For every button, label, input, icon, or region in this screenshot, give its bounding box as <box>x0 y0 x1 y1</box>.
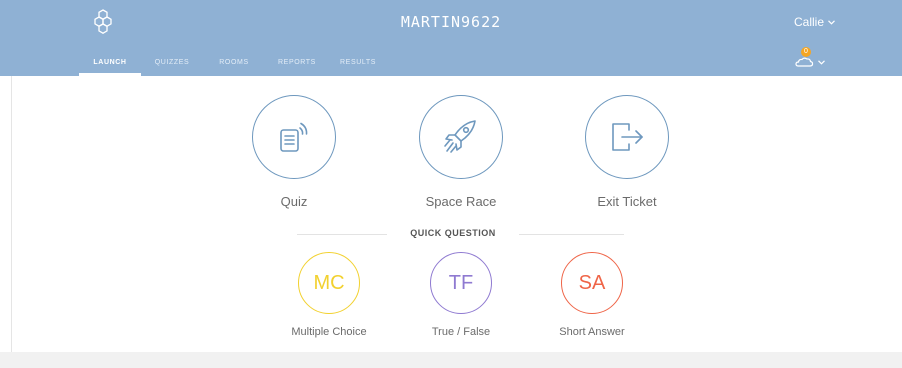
content-divider <box>11 76 12 352</box>
room-name: MARTIN9622 <box>400 13 502 31</box>
chevron-down-icon <box>828 19 835 25</box>
chevron-down-icon <box>818 60 825 65</box>
rocket-icon <box>444 120 476 153</box>
quiz-label: Quiz <box>280 194 308 209</box>
top-header: MARTIN9622 Callie LAUNCH QUIZZES ROOMS R… <box>0 0 902 76</box>
nav-tabs: LAUNCH QUIZZES ROOMS REPORTS RESULTS <box>79 54 387 76</box>
quick-question-title: QUICK QUESTION <box>410 228 496 238</box>
true-false-button[interactable]: TF True / False <box>401 252 521 338</box>
exit-ticket-label: Exit Ticket <box>597 194 657 209</box>
user-menu[interactable]: Callie <box>794 15 835 29</box>
user-name: Callie <box>794 15 825 29</box>
tab-launch[interactable]: LAUNCH <box>79 54 141 76</box>
quiz-icon <box>280 122 308 152</box>
quick-question-rule-left <box>297 234 387 235</box>
quiz-circle <box>252 95 336 179</box>
launch-space-race-button[interactable]: Space Race <box>401 95 521 209</box>
tab-results[interactable]: RESULTS <box>329 54 387 76</box>
cloud-icon <box>795 57 814 67</box>
launch-quiz-button[interactable]: Quiz <box>234 95 354 209</box>
launch-exit-ticket-button[interactable]: Exit Ticket <box>567 95 687 209</box>
exit-ticket-circle <box>585 95 669 179</box>
sa-circle: SA <box>561 252 623 314</box>
footer-bar <box>0 352 902 368</box>
space-race-circle <box>419 95 503 179</box>
quick-question-rule-right <box>519 234 624 235</box>
tab-reports[interactable]: REPORTS <box>265 54 329 76</box>
mc-circle: MC <box>298 252 360 314</box>
tab-rooms[interactable]: ROOMS <box>203 54 265 76</box>
multiple-choice-button[interactable]: MC Multiple Choice <box>269 252 389 338</box>
tab-quizzes[interactable]: QUIZZES <box>141 54 203 76</box>
notifications-menu[interactable]: 0 <box>795 47 829 71</box>
short-answer-label: Short Answer <box>559 326 625 338</box>
true-false-label: True / False <box>431 326 491 338</box>
space-race-label: Space Race <box>425 194 497 209</box>
tf-circle: TF <box>430 252 492 314</box>
multiple-choice-label: Multiple Choice <box>291 326 367 338</box>
short-answer-button[interactable]: SA Short Answer <box>532 252 652 338</box>
exit-icon <box>612 123 643 151</box>
